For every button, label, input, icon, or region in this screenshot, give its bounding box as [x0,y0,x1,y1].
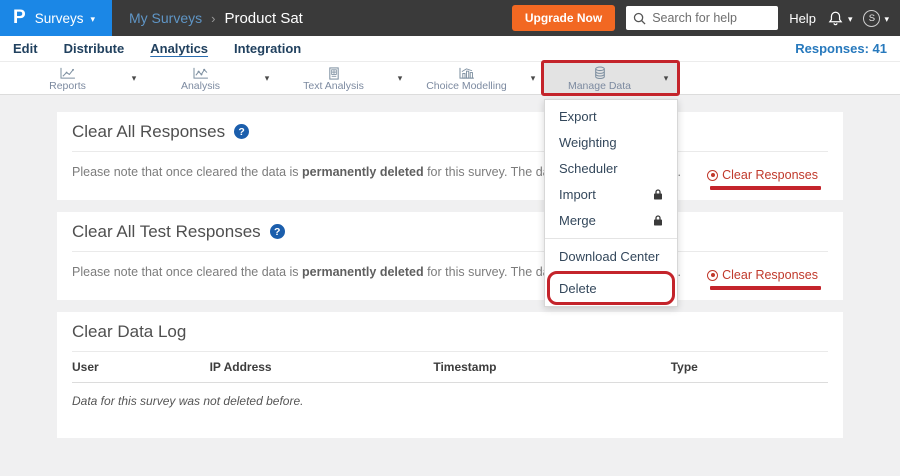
clear-all-responses-card: Clear All Responses ? Please note that o… [57,112,843,200]
clear-target-icon [707,270,718,281]
bar-chart-icon [458,67,475,80]
text-analysis-button[interactable]: Text Analysis [278,62,389,94]
menu-item-export[interactable]: Export [545,103,677,129]
help-question-icon[interactable]: ? [234,124,249,139]
toolbar-item-manage-data: Manage Data ▾ [544,62,677,94]
menu-item-label: Weighting [559,135,617,150]
clear-responses-label: Clear Responses [722,168,818,182]
clear-responses-underline-annotation [710,186,821,190]
survey-nav: Edit Distribute Analytics Integration Re… [0,36,900,62]
menu-item-label: Export [559,109,597,124]
toolbar-item-reports: Reports ▾ [12,62,145,94]
search-input[interactable] [652,11,771,25]
clear-data-log-card: Clear Data Log User IP Address Timestamp… [57,312,843,438]
reports-button[interactable]: Reports [12,62,123,94]
menu-item-label: Merge [559,213,596,228]
toolbar-label: Choice Modelling [426,80,507,92]
main-content: Clear All Responses ? Please note that o… [0,95,900,438]
product-menu-label: Surveys [35,11,84,26]
menu-item-download-center[interactable]: Download Center [545,243,677,269]
menu-item-delete[interactable]: Delete [545,275,677,301]
choice-modelling-caret[interactable]: ▾ [522,62,544,94]
menu-item-label: Scheduler [559,161,618,176]
clear-responses-label: Clear Responses [722,268,818,282]
lock-icon [653,189,663,200]
questionpro-logo-icon: P [13,7,26,29]
chevron-down-icon: ▾ [848,15,853,24]
analysis-caret[interactable]: ▾ [256,62,278,94]
data-log-table-header: User IP Address Timestamp Type [72,352,828,383]
menu-divider [545,238,677,239]
scatter-chart-icon [192,67,209,80]
tab-edit[interactable]: Edit [13,41,38,56]
menu-item-label: Delete [559,281,597,296]
menu-item-import[interactable]: Import [545,181,677,207]
toolbar-item-text-analysis: Text Analysis ▾ [278,62,411,94]
clear-target-icon [707,170,718,181]
section-title: Clear All Responses [72,122,225,142]
manage-data-dropdown: Export Weighting Scheduler Import Merge … [544,99,678,307]
menu-item-scheduler[interactable]: Scheduler [545,155,677,181]
reports-caret[interactable]: ▾ [123,62,145,94]
topbar: P Surveys ▾ My Surveys › Product Sat Upg… [0,0,900,36]
chevron-down-icon: ▾ [884,15,889,24]
manage-data-caret[interactable]: ▾ [655,62,677,94]
toolbar-label: Reports [49,80,86,92]
menu-item-label: Download Center [559,249,659,264]
upgrade-now-button[interactable]: Upgrade Now [512,5,615,31]
clear-test-responses-underline-annotation [710,286,821,290]
toolbar-label: Text Analysis [303,80,364,92]
column-ip-address: IP Address [210,360,434,374]
notifications-menu[interactable]: ▾ [827,10,853,27]
avatar: S [863,10,880,27]
chevron-down-icon: ▾ [90,15,95,24]
tab-distribute[interactable]: Distribute [64,41,125,56]
analytics-toolbar: Reports ▾ Analysis ▾ Text Analysis ▾ Cho… [0,62,900,95]
menu-item-weighting[interactable]: Weighting [545,129,677,155]
tab-integration[interactable]: Integration [234,41,301,56]
responses-count: Responses: 41 [795,41,887,56]
section-title: Clear All Test Responses [72,222,261,242]
analysis-button[interactable]: Analysis [145,62,256,94]
clear-all-test-responses-card: Clear All Test Responses ? Please note t… [57,212,843,300]
bell-icon [827,10,844,27]
help-link[interactable]: Help [789,11,816,26]
section-title: Clear Data Log [72,322,186,342]
clear-responses-link[interactable]: Clear Responses [707,168,818,182]
account-menu[interactable]: S ▾ [863,10,889,27]
data-log-empty-message: Data for this survey was not deleted bef… [72,383,828,438]
breadcrumb: My Surveys › Product Sat [129,10,303,27]
toolbar-item-analysis: Analysis ▾ [145,62,278,94]
line-chart-icon [59,67,76,80]
column-user: User [72,360,210,374]
clear-test-responses-link[interactable]: Clear Responses [707,268,818,282]
column-type: Type [671,360,828,374]
manage-data-button[interactable]: Manage Data [544,62,655,94]
surveys-app-menu[interactable]: P Surveys ▾ [0,0,112,36]
column-timestamp: Timestamp [433,360,670,374]
search-icon [633,12,646,25]
choice-modelling-button[interactable]: Choice Modelling [411,62,522,94]
help-search-box[interactable] [626,6,778,30]
breadcrumb-my-surveys[interactable]: My Surveys [129,10,202,26]
help-question-icon[interactable]: ? [270,224,285,239]
toolbar-label: Manage Data [568,80,631,92]
toolbar-label: Analysis [181,80,220,92]
tab-analytics[interactable]: Analytics [150,41,208,56]
menu-item-label: Import [559,187,596,202]
text-analysis-caret[interactable]: ▾ [389,62,411,94]
lock-icon [653,215,663,226]
text-document-icon [327,67,341,80]
breadcrumb-current-survey: Product Sat [224,10,302,27]
menu-item-merge[interactable]: Merge [545,207,677,233]
database-icon [593,66,607,80]
toolbar-item-choice-modelling: Choice Modelling ▾ [411,62,544,94]
breadcrumb-separator-icon: › [211,11,215,26]
